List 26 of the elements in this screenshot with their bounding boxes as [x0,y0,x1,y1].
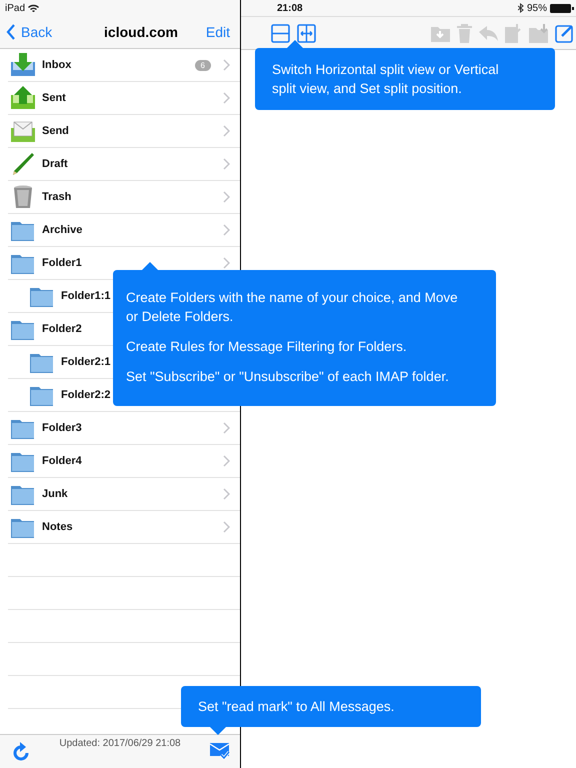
folder-name: Send [42,125,69,137]
folder-name: Draft [42,158,68,170]
device-name: iPad [5,2,26,14]
status-time: 21:08 [277,2,303,14]
updated-time: Updated: 2017/06/29 21:08 [59,738,181,749]
unread-count: 6 [194,60,211,70]
tooltip-text: Create Rules for Message Filtering for Folders. [126,338,408,356]
folder-name: Folder3 [42,422,82,434]
folder-name: Folder2:2 [61,389,111,401]
folder-name: Folder1:1 [61,290,111,302]
folder-name: Archive [42,224,82,236]
nav-title: icloud.com [104,24,178,40]
folder-name: Trash [42,191,72,203]
folder-name: Notes [42,521,73,533]
folder-name: Folder4 [42,455,82,467]
folder-name: Folder2:1 [61,356,111,368]
battery-percent: 95% [526,2,547,14]
tooltip-text: Switch Horizontal split view or Vertical split view, and Set split position. [272,61,500,98]
tooltip-text: Set "Subscribe" or "Unsubscribe" of each IMAP folder. [126,368,450,386]
tooltip-text: Set "read mark" to All Messages. [198,698,396,716]
folder-name: Sent [42,92,66,104]
tooltip-text: Create Folders with the name of your choice, and Move or Delete Folders. [126,289,459,326]
folder-name: Inbox [42,59,72,71]
folder-name: Junk [42,488,68,500]
folder-name: Folder1 [42,257,82,269]
folder-name: Folder2 [42,323,82,335]
